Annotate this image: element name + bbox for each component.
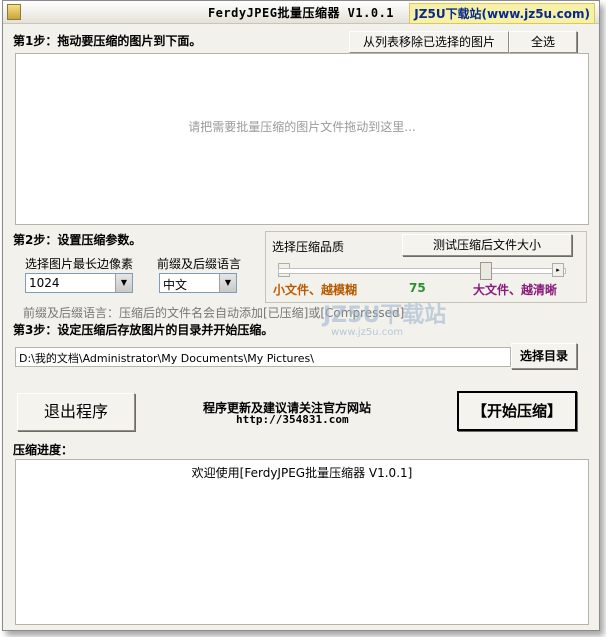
watermark-url: www.jz5u.com	[331, 327, 404, 338]
chevron-down-icon[interactable]: ▼	[219, 274, 236, 292]
output-path-value: D:\我的文档\Administrator\My Documents\My Pi…	[19, 352, 314, 365]
quality-label: 选择压缩品质	[272, 240, 345, 254]
step2-label: 第2步：设置压缩参数。	[13, 233, 142, 247]
progress-log[interactable]: 欢迎使用[FerdyJPEG批量压缩器 V1.0.1]	[15, 459, 589, 625]
prefix-lang-value: 中文	[163, 278, 188, 292]
progress-label: 压缩进度：	[13, 443, 74, 457]
quality-value: 75	[409, 281, 426, 295]
chevron-down-icon[interactable]: ▼	[115, 274, 132, 292]
official-site-link[interactable]: http://354831.com	[236, 413, 349, 426]
watermark-badge: JZ5U下载站(www.jz5u.com)	[409, 3, 595, 24]
quality-slider[interactable]	[278, 268, 566, 274]
prefix-lang-label: 前缀及后缀语言	[157, 257, 242, 271]
remove-selected-button[interactable]: 从列表移除已选择的图片	[349, 31, 509, 53]
max-edge-label: 选择图片最长边像素	[25, 257, 134, 271]
step3-label: 第3步：设定压缩后存放图片的目录并开始压缩。	[13, 323, 274, 337]
title-bar[interactable]: FerdyJPEG批量压缩器 V1.0.1 JZ5U下载站(www.jz5u.c…	[3, 1, 599, 24]
max-edge-value: 1024	[29, 276, 60, 290]
large-file-label: 大文件、越清晰	[473, 283, 558, 297]
select-all-button[interactable]: 全选	[509, 31, 577, 53]
output-path-field[interactable]: D:\我的文档\Administrator\My Documents\My Pi…	[15, 347, 511, 367]
prefix-lang-select[interactable]: 中文 ▼	[159, 273, 237, 293]
choose-dir-button[interactable]: 选择目录	[511, 343, 577, 369]
step1-label: 第1步：拖动要压缩的图片到下面。	[13, 34, 202, 48]
image-drop-list[interactable]: 请把需要批量压缩的图片文件拖动到这里...	[15, 53, 589, 225]
start-compress-button[interactable]: 【开始压缩】	[457, 391, 577, 431]
test-size-button[interactable]: 测试压缩后文件大小	[402, 234, 572, 256]
log-line: 欢迎使用[FerdyJPEG批量压缩器 V1.0.1]	[191, 466, 413, 480]
exit-button[interactable]: 退出程序	[17, 393, 135, 431]
quality-slider-thumb[interactable]	[480, 262, 492, 280]
max-edge-select[interactable]: 1024 ▼	[25, 273, 133, 293]
watermark-logo: JZ5U下载站	[323, 303, 447, 328]
slider-right-arrow-icon[interactable]: ▸	[552, 263, 564, 277]
drop-hint: 请把需要批量压缩的图片文件拖动到这里...	[188, 120, 416, 134]
app-window: FerdyJPEG批量压缩器 V1.0.1 JZ5U下载站(www.jz5u.c…	[2, 0, 600, 631]
small-file-label: 小文件、越模糊	[273, 283, 358, 297]
